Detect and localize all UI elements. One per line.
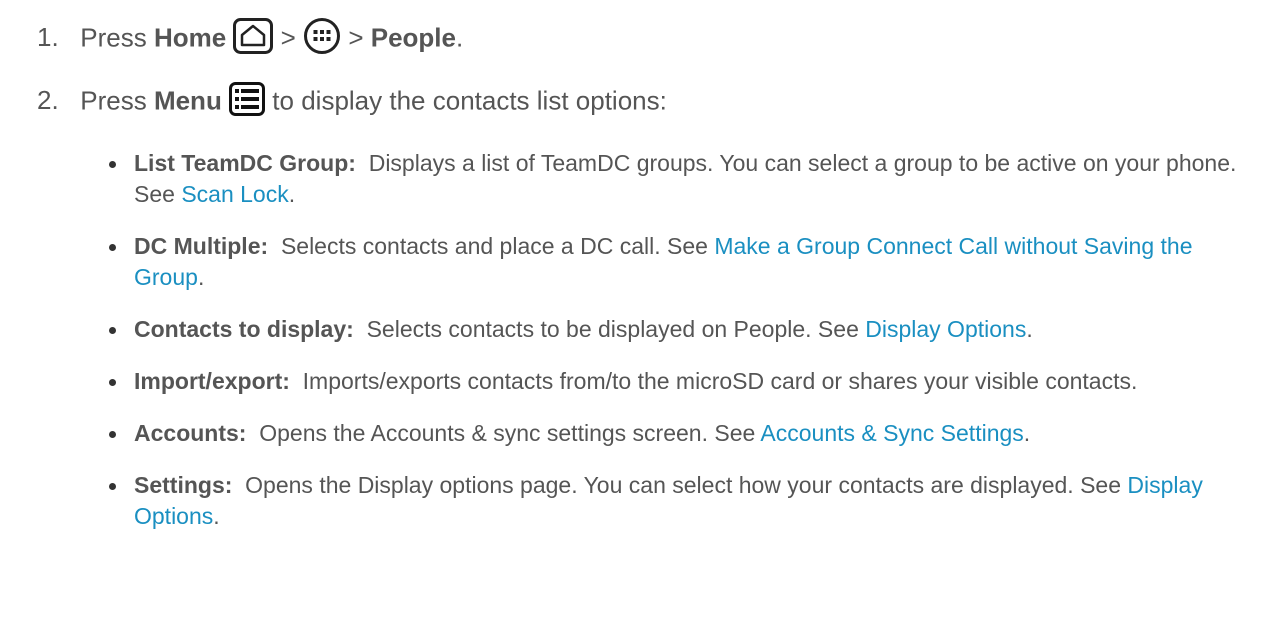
list-item: List TeamDC Group: Displays a list of Te… [106,148,1256,210]
separator: > [280,22,296,53]
step-prefix: Press [80,22,147,53]
people-label: People [370,22,456,53]
bullet-dot [109,431,116,438]
item-term: Contacts to display: [134,316,354,342]
list-item: Settings: Opens the Display options page… [106,470,1256,532]
bullet-dot [109,161,116,168]
step-number: 2. [37,85,59,116]
step-number: 1. [37,22,59,53]
item-text: Selects contacts and place a DC call. Se… [280,233,708,259]
home-label: Home [153,22,227,53]
menu-label: Menu [153,85,222,116]
item-end: . [1023,420,1031,446]
item-term: DC Multiple: [134,233,269,259]
list-item: Contacts to display: Selects contacts to… [106,314,1256,345]
step-2: 2. Press Menu to display the contacts li… [37,82,667,123]
document: 1. Press Home > > People. 2. Press Menu [0,0,1268,635]
list-item: DC Multiple: Selects contacts and place … [106,231,1256,293]
menu-icon [229,82,266,123]
home-icon [233,18,274,61]
item-term: Import/export: [134,368,290,394]
item-text: Imports/exports contacts from/to the mic… [302,368,1138,394]
item-term: List TeamDC Group: [134,150,356,176]
bullet-dot [109,483,116,490]
step-1: 1. Press Home > > People. [37,17,463,62]
scan-lock-link[interactable]: Scan Lock [181,181,288,207]
step-prefix: Press [80,85,147,116]
step-suffix: . [455,22,464,53]
step-suffix: to display the contacts list options: [272,85,667,116]
separator: > [348,22,364,53]
bullet-dot [109,244,116,251]
options-list: List TeamDC Group: Displays a list of Te… [106,148,1256,553]
item-text: Opens the Accounts & sync settings scree… [259,420,756,446]
bullet-dot [109,379,116,386]
item-text: Selects contacts to be displayed on Peop… [366,316,859,342]
apps-icon [303,17,341,62]
item-end: . [1026,316,1033,342]
accounts-sync-settings-link[interactable]: Accounts & Sync Settings [760,420,1023,446]
list-item: Import/export: Imports/exports contacts … [106,366,1256,397]
item-end: . [213,503,220,529]
item-term: Accounts: [134,420,247,446]
item-term: Settings: [134,472,233,498]
item-end: . [197,264,205,290]
bullet-dot [109,327,116,334]
display-options-link[interactable]: Display Options [865,316,1026,342]
item-text: Opens the Display options page. You can … [245,472,1122,498]
list-item: Accounts: Opens the Accounts & sync sett… [106,418,1256,449]
item-end: . [288,181,296,207]
